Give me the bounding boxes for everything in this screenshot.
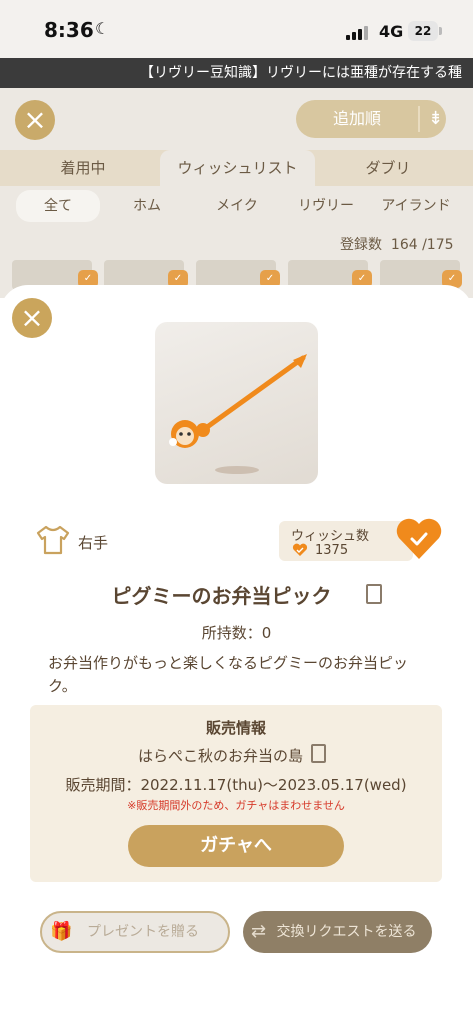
tab-duplicates: ダブリ — [365, 159, 411, 177]
trade-request-label: 交換リクエストを送る — [276, 924, 417, 940]
sort-divider — [418, 106, 420, 132]
battery-icon: 22 — [408, 21, 438, 41]
event-name: はらぺこ秋のお弁当の島 — [138, 747, 304, 765]
heart-icon — [292, 543, 308, 556]
memo-icon[interactable] — [311, 744, 326, 763]
wish-count-value: 1375 — [315, 543, 349, 558]
gacha-button[interactable]: ガチャへ — [128, 825, 344, 867]
tab-wearing: 着用中 — [60, 159, 106, 177]
news-ticker: 【リヴリー豆知識】リヴリーには亜種が存在する種 — [0, 58, 473, 88]
item-description: お弁当作りがもっと楽しくなるピグミーのお弁当ピック。 — [48, 654, 409, 695]
category-island: アイランド — [381, 198, 451, 214]
sales-period: 販売期間：2022.11.17(thu)〜2023.05.17(wed) — [65, 776, 407, 794]
wish-count-label: ウィッシュ数 — [291, 529, 370, 544]
network-label: 4G — [379, 22, 404, 41]
category-make: メイク — [216, 198, 258, 214]
memo-icon[interactable] — [366, 584, 382, 604]
pick-illustration — [169, 354, 307, 474]
tab-wishlist: ウィッシュリスト — [177, 159, 298, 177]
moon-icon: ☾ — [95, 19, 110, 38]
category-livly: リヴリー — [298, 198, 354, 214]
item-name: ピグミーのお弁当ピック — [111, 584, 332, 608]
wishlist-heart-button[interactable] — [396, 516, 442, 562]
sales-info-title: 販売情報 — [205, 719, 266, 737]
shirt-icon — [36, 525, 70, 555]
sort-order-icon: ⇟ — [428, 108, 444, 129]
sort-label: 追加順 — [332, 109, 381, 128]
present-button-label: プレゼントを贈る — [87, 924, 199, 940]
sales-notice: ※販売期間外のため、ガチャはまわせません — [127, 799, 345, 812]
category-all: 全て — [44, 198, 72, 214]
owned-count: 所持数：0 — [201, 624, 272, 642]
equip-slot-label: 右手 — [78, 534, 109, 552]
item-image — [155, 322, 318, 484]
status-time: 8:36 — [44, 18, 94, 42]
signal-icon — [346, 24, 372, 40]
close-button[interactable]: × — [12, 298, 52, 338]
close-icon: × — [15, 100, 55, 140]
battery-cap — [439, 27, 442, 35]
category-hom: ホム — [133, 198, 161, 214]
registered-count: 登録数 164 /175 — [340, 237, 454, 253]
